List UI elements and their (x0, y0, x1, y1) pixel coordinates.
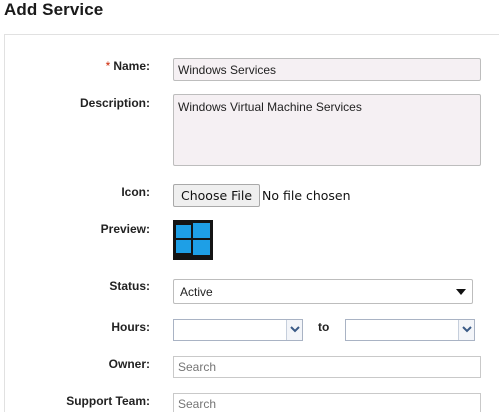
file-status-text: No file chosen (262, 188, 351, 203)
support-team-label: Support Team: (66, 394, 150, 408)
windows-pane (193, 223, 210, 238)
hours-from-dropdown-button[interactable] (286, 320, 302, 340)
chevron-down-icon (290, 326, 300, 333)
required-marker: * (105, 59, 111, 73)
hours-label: Hours: (111, 320, 150, 334)
hours-from-select[interactable] (173, 319, 303, 341)
owner-search-input[interactable] (173, 356, 481, 378)
choose-file-button[interactable]: Choose File (173, 184, 261, 207)
status-label: Status: (109, 279, 150, 293)
windows-pane (193, 240, 210, 255)
name-input[interactable] (173, 58, 481, 81)
owner-label: Owner: (108, 357, 150, 371)
page-title: Add Service (4, 0, 104, 19)
chevron-down-icon (456, 289, 466, 295)
name-label-text: Name: (113, 59, 150, 73)
windows-pane (176, 225, 191, 238)
name-label: * Name: (10, 59, 150, 73)
hours-to-label: to (318, 320, 330, 334)
preview-label: Preview: (100, 222, 150, 236)
description-textarea[interactable]: Windows Virtual Machine Services (173, 94, 481, 166)
description-label: Description: (79, 96, 150, 110)
status-select[interactable]: Active (173, 279, 473, 304)
hours-to-select[interactable] (345, 319, 475, 341)
windows-pane (176, 240, 191, 253)
support-team-search-input[interactable] (173, 393, 481, 412)
chevron-down-icon (462, 326, 472, 333)
status-selected-value: Active (180, 285, 213, 299)
windows-logo-icon (173, 220, 213, 260)
hours-to-dropdown-button[interactable] (458, 320, 474, 340)
icon-label: Icon: (121, 185, 150, 199)
